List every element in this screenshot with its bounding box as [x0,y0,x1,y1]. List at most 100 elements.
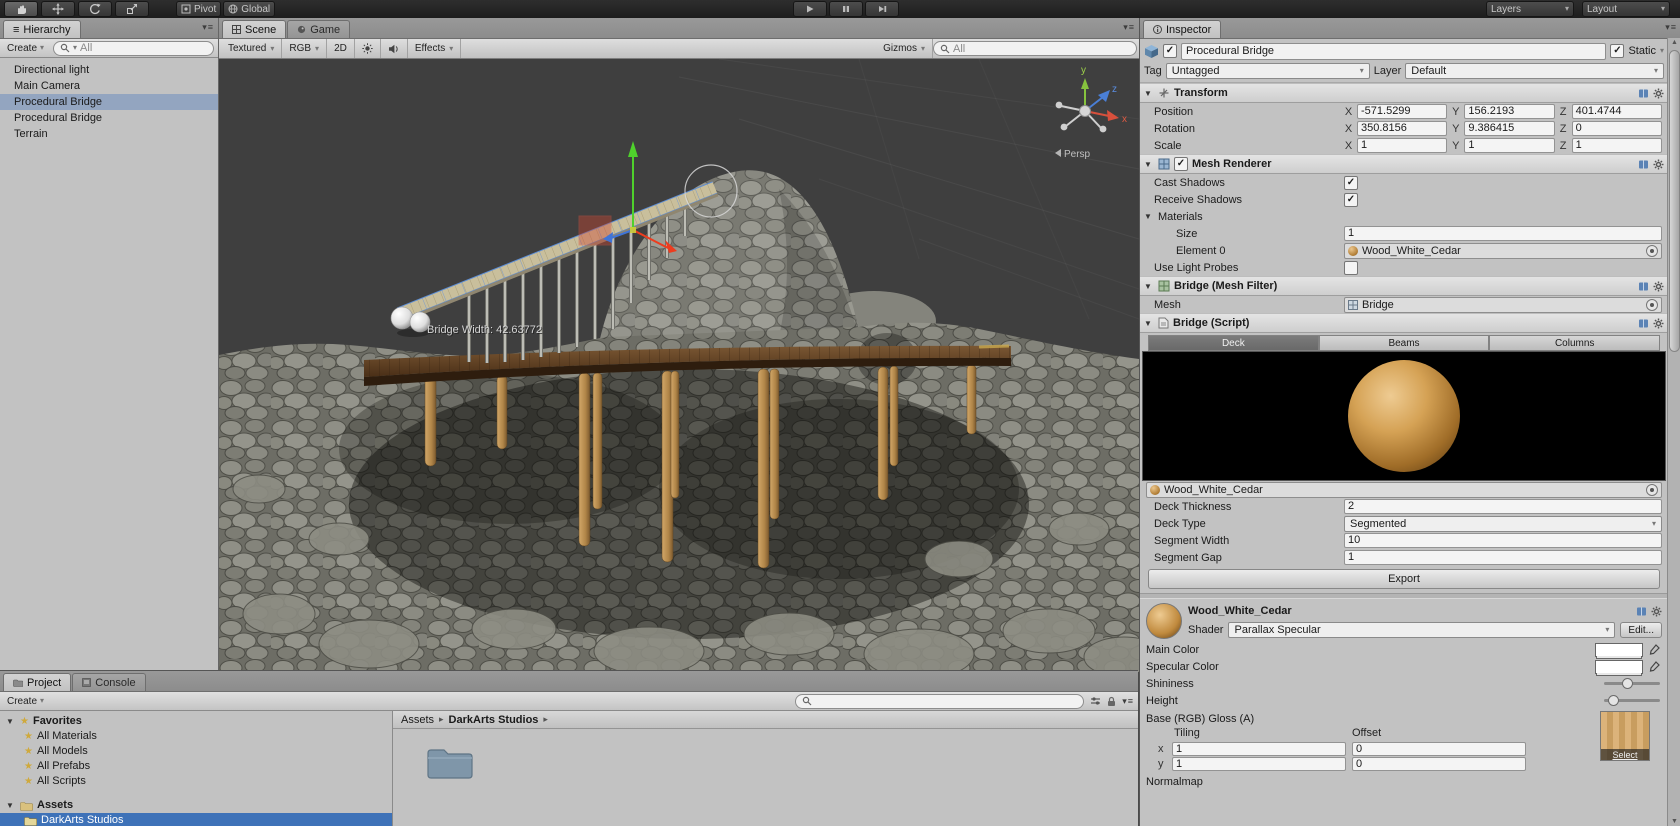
scroll-down-icon[interactable]: ▼ [1670,818,1679,825]
create-button[interactable]: Create ▾ [4,43,47,54]
deck-material-object-field[interactable]: Wood_White_Cedar [1146,481,1662,498]
scale-tool-button[interactable] [115,1,149,17]
gameobject-name-field[interactable]: Procedural Bridge [1181,42,1607,60]
tiling-x-field[interactable]: 1 [1172,741,1346,756]
gear-icon[interactable] [1653,318,1664,329]
export-button[interactable]: Export [1148,569,1660,589]
pivot-toggle[interactable]: Pivot [176,1,222,17]
position-y-field[interactable]: 156.2193 [1464,104,1555,119]
tab-hierarchy[interactable]: ≡ Hierarchy [3,20,81,38]
deck-thickness-field[interactable]: 2 [1344,499,1662,514]
scene-viewport[interactable]: Bridge Width: 42.63772 Bridge Width: 42.… [219,59,1139,672]
inspector-scrollbar[interactable]: ▲ ▼ [1667,38,1680,826]
light-probes-checkbox[interactable] [1344,260,1358,275]
favorite-all-materials[interactable]: ★ All Materials [0,729,392,744]
foldout-icon[interactable]: ▼ [1144,319,1154,328]
shader-dropdown[interactable]: Parallax Specular ▾ [1228,622,1616,638]
hierarchy-item-directional-light[interactable]: Directional light [0,62,218,78]
mesh-renderer-header[interactable]: ▼ ✓ Mesh Renderer [1140,154,1668,174]
help-icon[interactable] [1638,88,1649,99]
panel-men​u-icon[interactable]: ▾≡ [1122,696,1134,707]
gizmos-dropdown[interactable]: Gizmos ▾ [876,39,933,58]
hierarchy-search-input[interactable]: ▾ All [53,40,214,56]
cast-shadows-checkbox[interactable]: ✓ [1344,175,1358,190]
shininess-slider[interactable] [1604,678,1660,689]
create-button[interactable]: Create ▾ [4,696,47,707]
favorite-all-scripts[interactable]: ★ All Scripts [0,774,392,789]
offset-x-field[interactable]: 0 [1352,741,1526,756]
layer-dropdown[interactable]: Default ▾ [1405,62,1664,79]
tab-project[interactable]: Project [3,673,72,691]
help-icon[interactable] [1636,606,1647,617]
pause-button[interactable] [829,1,863,17]
scrollbar-thumb[interactable] [1669,50,1680,352]
project-search-input[interactable] [795,693,1085,709]
bridge-script-header[interactable]: ▼ Bridge (Script) [1140,313,1668,333]
panel-menu-icon[interactable]: ▾≡ [202,22,214,33]
transform-header[interactable]: ▼ Transform [1140,83,1668,103]
foldout-icon[interactable]: ▼ [1144,282,1154,291]
element0-object-field[interactable]: Wood_White_Cedar [1344,242,1662,259]
segment-width-field[interactable]: 10 [1344,533,1662,548]
hierarchy-item-procedural-bridge[interactable]: Procedural Bridge [0,110,218,126]
hierarchy-item-procedural-bridge-selected[interactable]: Procedural Bridge [0,94,218,110]
foldout-icon[interactable]: ▼ [1144,212,1154,221]
tab-game[interactable]: Game [287,20,351,38]
color-mode-dropdown[interactable]: RGB ▾ [282,39,328,58]
select-texture-button[interactable]: Select [1601,749,1649,760]
scale-y-field[interactable]: 1 [1464,138,1555,153]
render-mode-dropdown[interactable]: Textured ▾ [221,39,283,58]
folder-icon-large[interactable] [425,743,475,783]
scene-search-input[interactable]: All [933,41,1137,56]
assets-group[interactable]: ▼ Assets [0,798,392,813]
base-texture-thumbnail[interactable]: Select [1600,711,1650,761]
rotation-x-field[interactable]: 350.8156 [1357,121,1448,136]
lighting-toggle[interactable] [355,39,381,58]
specular-color-swatch[interactable] [1595,659,1643,676]
position-z-field[interactable]: 401.4744 [1571,104,1662,119]
component-enabled-checkbox[interactable]: ✓ [1174,157,1188,171]
scale-x-field[interactable]: 1 [1357,138,1448,153]
mesh-object-field[interactable]: Bridge [1344,296,1662,313]
tree-item-darkarts-studios[interactable]: DarkArts Studios [0,813,392,826]
hand-tool-button[interactable] [4,1,38,17]
gear-icon[interactable] [1653,88,1664,99]
mesh-filter-header[interactable]: ▼ Bridge (Mesh Filter) [1140,276,1668,296]
tab-deck[interactable]: Deck [1148,335,1319,351]
tiling-y-field[interactable]: 1 [1172,756,1346,771]
audio-toggle[interactable] [381,39,408,58]
breadcrumb-assets[interactable]: Assets [401,714,434,726]
eyedropper-icon[interactable] [1649,644,1660,655]
object-picker-icon[interactable] [1646,244,1658,257]
materials-foldout-row[interactable]: ▼ Materials [1140,208,1668,225]
panel-menu-icon[interactable]: ▾≡ [1665,22,1677,33]
object-picker-icon[interactable] [1646,483,1658,496]
gear-icon[interactable] [1653,159,1664,170]
height-slider[interactable] [1604,695,1660,706]
foldout-icon[interactable]: ▼ [1144,160,1154,169]
2d-toggle[interactable]: 2D [327,39,355,58]
move-tool-button[interactable] [41,1,75,17]
project-content-area[interactable] [393,729,1138,826]
play-button[interactable] [793,1,827,17]
receive-shadows-checkbox[interactable]: ✓ [1344,192,1358,207]
main-color-swatch[interactable] [1595,642,1643,659]
effects-dropdown[interactable]: Effects ▾ [408,39,462,58]
favorites-group[interactable]: ▼ ★ Favorites [0,714,392,729]
edit-shader-button[interactable]: Edit... [1620,622,1662,638]
chevron-down-icon[interactable]: ▾ [1660,47,1664,55]
help-icon[interactable] [1638,281,1649,292]
breadcrumb-current[interactable]: DarkArts Studios [449,714,539,726]
panel-menu-icon[interactable]: ▾≡ [1123,22,1135,33]
eyedropper-icon[interactable] [1649,661,1660,672]
segment-gap-field[interactable]: 1 [1344,550,1662,565]
scale-z-field[interactable]: 1 [1571,138,1662,153]
tab-beams[interactable]: Beams [1318,335,1490,351]
sliders-icon[interactable] [1090,696,1101,706]
rotation-z-field[interactable]: 0 [1571,121,1662,136]
offset-y-field[interactable]: 0 [1352,756,1526,771]
tag-dropdown[interactable]: Untagged ▾ [1165,62,1370,79]
position-x-field[interactable]: -571.5299 [1357,104,1448,119]
rotation-y-field[interactable]: 9.386415 [1464,121,1555,136]
scroll-up-icon[interactable]: ▲ [1670,39,1679,46]
